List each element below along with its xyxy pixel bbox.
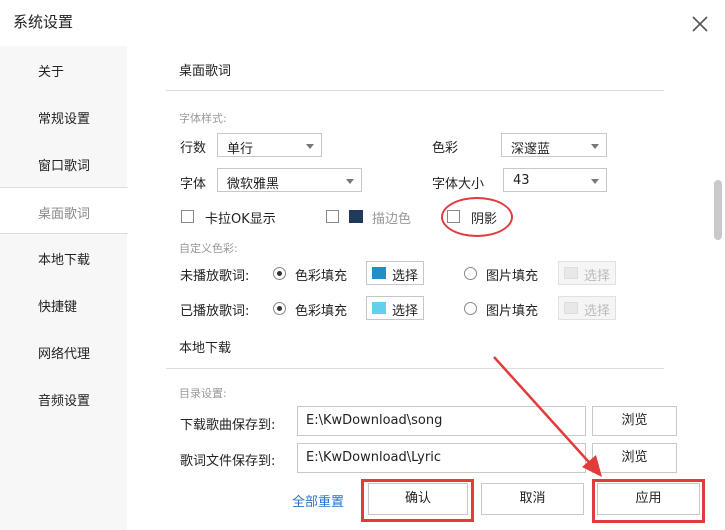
color-fill-label: 色彩填充 (295, 304, 348, 319)
song-path-value: E:\KwDownload\song (306, 413, 443, 428)
color-swatch (372, 302, 386, 314)
unplayed-image-fill-radio[interactable] (464, 267, 477, 280)
chevron-down-icon (591, 179, 599, 184)
sidebar-item-window-lyrics[interactable]: 窗口歌词 (0, 140, 127, 187)
sidebar-item-label: 桌面歌词 (38, 207, 91, 222)
reset-all-link[interactable]: 全部重置 (292, 491, 344, 510)
annotation-arrow-icon (493, 356, 602, 477)
font-size-label: 字体大小 (432, 177, 485, 192)
sidebar-item-label: 网络代理 (38, 347, 91, 362)
sidebar-item-label: 关于 (38, 65, 65, 80)
highlight-box-confirm (361, 479, 474, 522)
settings-sidebar: 关于 常规设置 窗口歌词 桌面歌词 本地下载 快捷键 网络代理 音频设置 (0, 46, 128, 530)
stroke-color-swatch[interactable] (349, 210, 363, 223)
image-swatch (564, 302, 578, 314)
choose-label: 选择 (392, 304, 419, 319)
font-value: 微软雅黑 (227, 177, 280, 192)
sidebar-item-label: 窗口歌词 (38, 159, 91, 174)
karaoke-label: 卡拉OK显示 (205, 212, 276, 227)
sidebar-item-general[interactable]: 常规设置 (0, 93, 127, 140)
sidebar-item-hotkeys[interactable]: 快捷键 (0, 281, 127, 328)
sidebar-item-audio[interactable]: 音频设置 (0, 375, 127, 422)
color-label: 色彩 (432, 141, 459, 156)
sidebar-item-desktop-lyrics[interactable]: 桌面歌词 (0, 187, 128, 234)
stroke-label: 描边色 (372, 212, 412, 227)
highlight-ellipse-shadow (441, 197, 513, 237)
sidebar-item-label: 本地下载 (38, 253, 91, 268)
lyric-path-value: E:\KwDownload\Lyric (306, 450, 441, 465)
color-swatch (372, 267, 386, 279)
sidebar-item-network-proxy[interactable]: 网络代理 (0, 328, 127, 375)
unplayed-color-fill-radio[interactable] (273, 267, 286, 280)
played-image-fill-radio[interactable] (464, 302, 477, 315)
font-size-select[interactable]: 43 (503, 168, 607, 192)
choose-label: 选择 (584, 304, 611, 319)
section-divider (166, 90, 664, 91)
chevron-down-icon (346, 179, 354, 184)
color-fill-label: 色彩填充 (295, 269, 348, 284)
font-style-heading: 字体样式: (179, 112, 227, 125)
color-value: 深邃蓝 (511, 142, 551, 157)
font-select[interactable]: 微软雅黑 (217, 168, 362, 192)
choose-label: 选择 (584, 269, 611, 284)
sidebar-item-local-download[interactable]: 本地下载 (0, 234, 127, 281)
image-fill-label: 图片填充 (486, 269, 539, 284)
lyric-save-label: 歌词文件保存到: (180, 454, 276, 469)
rows-value: 单行 (227, 142, 254, 157)
played-choose-image-button[interactable]: 选择 (558, 296, 616, 320)
unplayed-choose-image-button[interactable]: 选择 (558, 261, 616, 285)
chevron-down-icon (591, 144, 599, 149)
image-swatch (564, 267, 578, 279)
scrollbar-thumb[interactable] (714, 180, 722, 240)
local-download-title: 本地下载 (179, 341, 232, 356)
chevron-down-icon (306, 144, 314, 149)
stroke-checkbox[interactable] (326, 210, 339, 223)
rows-label: 行数 (180, 141, 207, 156)
dir-heading: 目录设置: (179, 387, 227, 400)
played-choose-color-button[interactable]: 选择 (366, 296, 424, 320)
title-bar: 系统设置 (0, 0, 725, 46)
rows-select[interactable]: 单行 (217, 133, 322, 157)
played-color-fill-radio[interactable] (273, 302, 286, 315)
close-icon[interactable] (690, 14, 710, 34)
desktop-lyrics-title: 桌面歌词 (179, 64, 232, 79)
custom-color-heading: 自定义色彩: (179, 242, 238, 255)
window-title: 系统设置 (13, 13, 74, 31)
unplayed-choose-color-button[interactable]: 选择 (366, 261, 424, 285)
highlight-box-apply (592, 479, 705, 523)
song-save-label: 下载歌曲保存到: (180, 418, 276, 433)
scrollbar-track[interactable] (712, 46, 725, 530)
image-fill-label: 图片填充 (486, 304, 539, 319)
sidebar-item-label: 音频设置 (38, 394, 91, 409)
font-label: 字体 (180, 177, 207, 192)
sidebar-item-label: 快捷键 (38, 300, 78, 315)
sidebar-item-about[interactable]: 关于 (0, 46, 127, 93)
played-lyrics-label: 已播放歌词: (180, 304, 250, 319)
color-select[interactable]: 深邃蓝 (501, 133, 607, 157)
cancel-button[interactable]: 取消 (481, 483, 584, 515)
sidebar-item-label: 常规设置 (38, 112, 91, 127)
unplayed-lyrics-label: 未播放歌词: (180, 269, 250, 284)
karaoke-checkbox[interactable] (181, 210, 194, 223)
choose-label: 选择 (392, 269, 419, 284)
font-size-value: 43 (513, 173, 530, 188)
